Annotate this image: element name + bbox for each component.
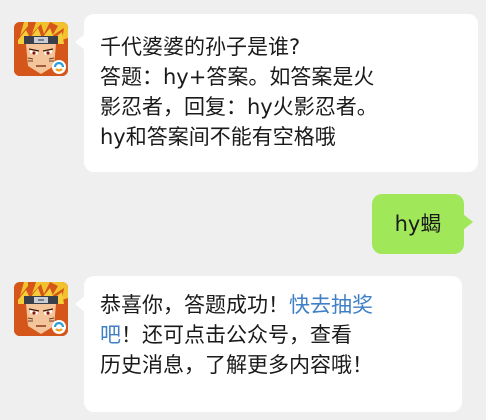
message-bubble-reply[interactable]: hy蝎 [372, 194, 473, 254]
message-bubble-question[interactable]: 千代婆婆的孙子是谁? 答题：hy+答案。如答案是火 影忍者，回复：hy火影忍者。… [75, 14, 478, 172]
message-text: hy蝎 [394, 212, 442, 236]
lottery-link[interactable]: 快去抽奖 [289, 293, 373, 317]
message-text-line: 千代婆婆的孙子是谁? [100, 35, 301, 59]
lottery-link-continued[interactable]: 吧 [100, 323, 121, 347]
message-text-line: hy和答案间不能有空格哦 [100, 125, 336, 149]
message-text-line: 答题：hy+答案。如答案是火 [100, 65, 375, 89]
message-text-line: 影忍者，回复：hy火影忍者。 [100, 95, 378, 119]
message-bubble-success[interactable]: 恭喜你，答题成功！快去抽奖 吧！还可点击公众号，查看 历史消息，了解更多内容哦！ [75, 276, 462, 412]
message-text-line: 恭喜你，答题成功！快去抽奖 [100, 290, 450, 320]
naruto-avatar-icon[interactable] [14, 22, 68, 76]
naruto-avatar-icon[interactable] [14, 282, 68, 336]
message-text-line: 历史消息，了解更多内容哦！ [100, 353, 373, 377]
message-text: ！还可点击公众号，查看 [121, 323, 352, 347]
message-text: 恭喜你，答题成功！ [100, 293, 289, 317]
message-text-line: 吧！还可点击公众号，查看 [100, 320, 450, 350]
